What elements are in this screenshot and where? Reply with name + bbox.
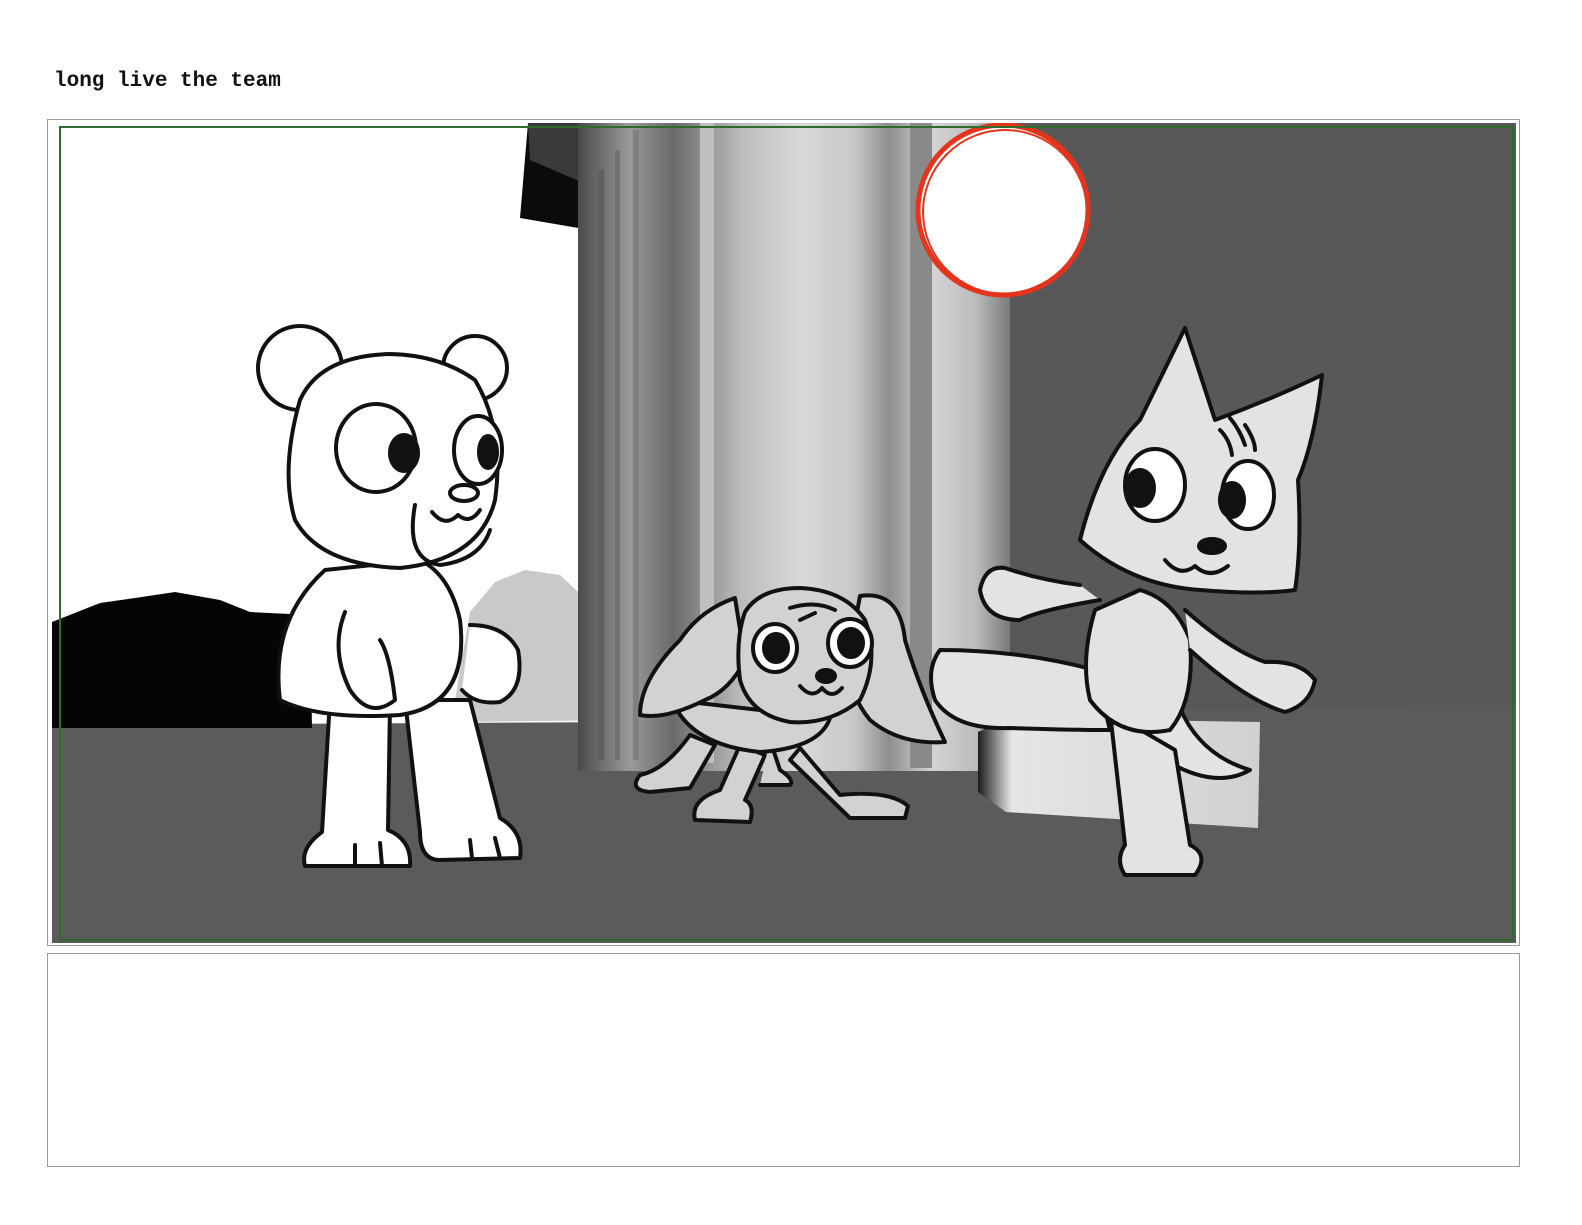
notes-box xyxy=(47,953,1520,1167)
scene-caption: long live the team xyxy=(54,70,281,93)
pillar-slat-2 xyxy=(615,150,620,760)
storyboard-panel-image xyxy=(52,123,1516,943)
sun xyxy=(915,123,1091,298)
pillar-slat-1 xyxy=(598,170,604,760)
pillar-slat-3 xyxy=(633,130,639,760)
